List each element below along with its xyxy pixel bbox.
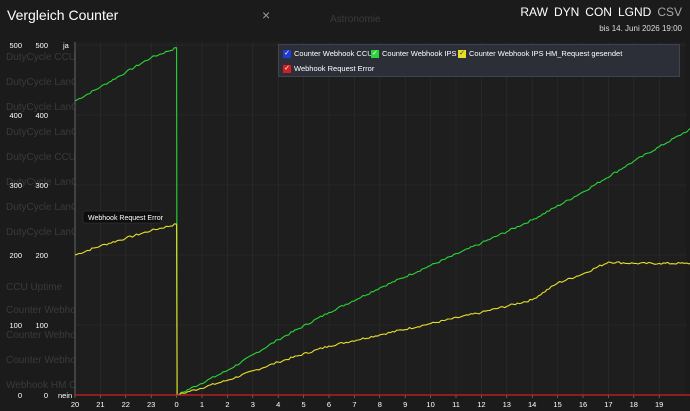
legend-item-ips-request[interactable]: ✓ Counter Webhook IPS HM_Request gesende…	[458, 49, 622, 58]
checkbox-icon[interactable]: ✓	[458, 49, 466, 58]
legend-label: Counter Webhook IPS	[382, 49, 457, 58]
y-axis-3-tick-label: nein	[58, 391, 72, 400]
tooltip-text: Webhook Request Error	[88, 215, 164, 222]
y-axis-1-tick-label: 0	[18, 391, 22, 400]
plot-area	[75, 42, 686, 395]
y-axis-1-tick-label: 100	[9, 321, 22, 330]
x-tick-label: 4	[276, 400, 280, 409]
x-tick-label: 23	[147, 400, 155, 409]
x-tick-label: 12	[477, 400, 485, 409]
y-axis-2-tick-label: 200	[35, 251, 48, 260]
x-tick-label: 7	[352, 400, 356, 409]
y-axis-2-tick-label: 100	[35, 321, 48, 330]
x-tick-label: 14	[528, 400, 536, 409]
legend: ✓ Counter Webhook CCU ✓ Counter Webhook …	[278, 44, 680, 77]
x-tick-label: 11	[452, 400, 460, 409]
y-axis-1-tick-label: 200	[9, 251, 22, 260]
x-tick-label: 15	[553, 400, 561, 409]
legend-label: Counter Webhook CCU	[294, 49, 373, 58]
x-tick-label: 19	[655, 400, 663, 409]
y-axis-2-tick-label: 400	[35, 111, 48, 120]
x-tick-label: 3	[251, 400, 255, 409]
legend-item-ips[interactable]: ✓ Counter Webhook IPS	[371, 49, 457, 58]
y-axis-2-tick-label: 0	[44, 391, 48, 400]
x-tick-label: 0	[175, 400, 179, 409]
grid	[74, 42, 686, 396]
x-tick-label: 2	[225, 400, 229, 409]
x-tick-label: 22	[122, 400, 130, 409]
x-tick-label: 17	[604, 400, 612, 409]
x-tick-label: 5	[302, 400, 306, 409]
y-axis-1-tick-label: 400	[9, 111, 22, 120]
legend-item-error[interactable]: ✓ Webhook Request Error	[283, 64, 374, 73]
x-tick-label: 20	[71, 400, 79, 409]
y-axis-1-tick-label: 300	[9, 181, 22, 190]
y-axis-2-tick-label: 500	[35, 41, 48, 50]
x-tick-label: 9	[403, 400, 407, 409]
legend-item-ccu[interactable]: ✓ Counter Webhook CCU	[283, 49, 373, 58]
y-axis-1-tick-label: 500	[9, 41, 22, 50]
checkbox-icon[interactable]: ✓	[283, 49, 291, 58]
x-tick-label: 6	[327, 400, 331, 409]
tooltip: Webhook Request Error	[82, 210, 164, 224]
x-tick-label: 13	[503, 400, 511, 409]
x-tick-label: 21	[96, 400, 104, 409]
checkbox-icon[interactable]: ✓	[371, 49, 379, 58]
legend-label: Webhook Request Error	[294, 64, 375, 73]
legend-label: Counter Webhook IPS HM_Request gesendet	[469, 49, 623, 58]
y-axis-2-tick-label: 300	[35, 181, 48, 190]
x-tick-label: 16	[579, 400, 587, 409]
x-tick-label: 18	[630, 400, 638, 409]
x-tick-label: 1	[200, 400, 204, 409]
checkbox-icon[interactable]: ✓	[283, 64, 291, 73]
x-tick-label: 10	[426, 400, 434, 409]
x-tick-label: 8	[378, 400, 382, 409]
y-axis-3-tick-label: ja	[62, 41, 70, 50]
